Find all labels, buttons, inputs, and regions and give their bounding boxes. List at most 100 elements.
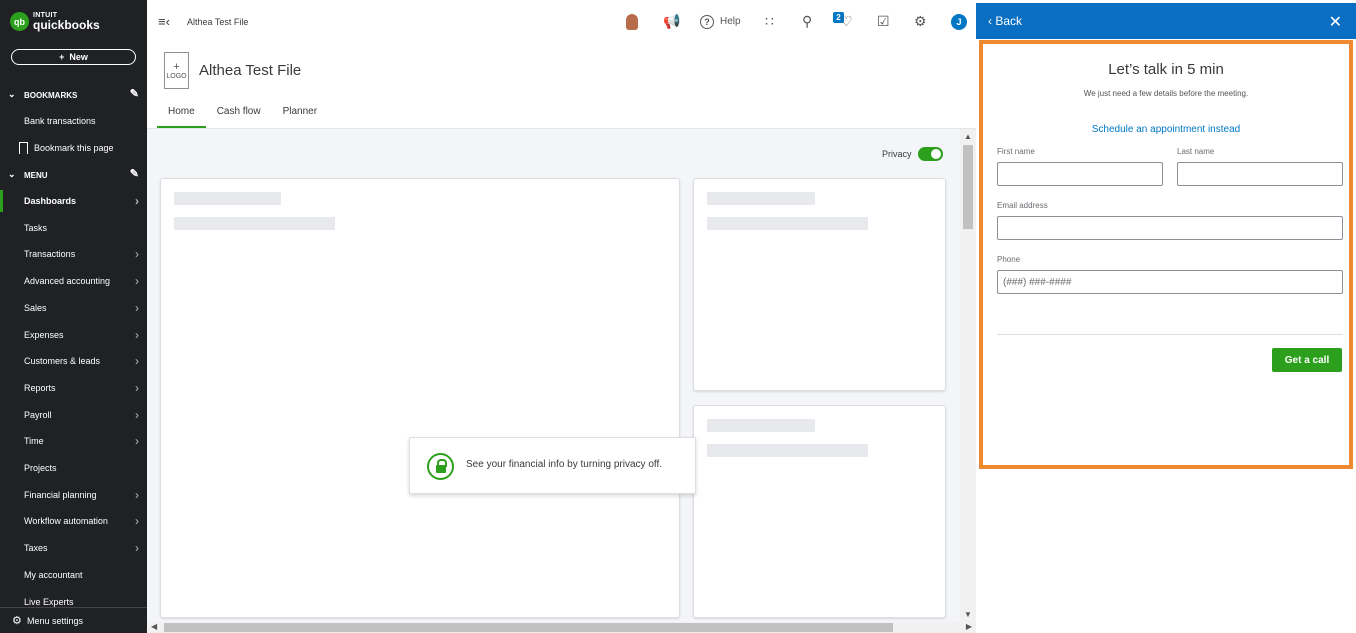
scroll-up-arrow-icon[interactable]: ▲ [964, 132, 972, 141]
sidebar-item-label: Tasks [24, 223, 48, 233]
sidebar-item-time[interactable]: Time › [0, 428, 147, 454]
sidebar-item-projects[interactable]: Projects [0, 455, 147, 481]
sidebar-item-financial-planning[interactable]: Financial planning › [0, 482, 147, 508]
sidebar: qb INTUIT quickbooks + New ⌄ BOOKMARKS ✎… [0, 0, 147, 633]
edit-menu-pencil-icon[interactable]: ✎ [130, 167, 139, 180]
sidebar-item-transactions[interactable]: Transactions › [0, 241, 147, 267]
collapse-menu-icon[interactable]: ≡‹ [158, 14, 170, 29]
privacy-message-text: See your financial info by turning priva… [466, 459, 663, 470]
chevron-right-icon: › [135, 274, 139, 288]
privacy-message-card: See your financial info by turning priva… [409, 437, 696, 494]
form-subtitle: We just need a few details before the me… [1083, 89, 1249, 98]
email-field[interactable] [997, 216, 1343, 240]
sidebar-item-label: Reports [24, 383, 56, 393]
scroll-down-arrow-icon[interactable]: ▼ [964, 610, 972, 619]
last-name-field[interactable] [1177, 162, 1343, 186]
qb-badge-icon: qb [10, 12, 29, 31]
sidebar-item-customers-leads[interactable]: Customers & leads › [0, 348, 147, 374]
bookmark-bank-transactions[interactable]: Bank transactions [0, 108, 147, 134]
search-icon[interactable]: ⚲ [802, 13, 812, 30]
sidebar-item-workflow-automation[interactable]: Workflow automation › [0, 508, 147, 534]
chevron-right-icon: › [135, 381, 139, 395]
gear-icon: ⚙ [12, 615, 22, 627]
bookmark-this-page[interactable]: Bookmark this page [0, 135, 147, 161]
phone-label: Phone [997, 255, 1021, 264]
bookmark-icon [19, 142, 28, 154]
tab-home[interactable]: Home [157, 102, 206, 128]
back-button[interactable]: ‹ Back [988, 14, 1022, 28]
panel-header: ‹ Back ✕ [976, 3, 1356, 39]
edit-bookmarks-pencil-icon[interactable]: ✎ [130, 87, 139, 100]
sidebar-item-my-accountant[interactable]: My accountant [0, 562, 147, 588]
top-bar: ≡‹ Althea Test File 📢 ? Help ∷ ⚲ 2 ♡ ☑ ⚙… [147, 0, 976, 44]
horizontal-scrollbar[interactable]: ◀ ▶ [147, 622, 976, 633]
sidebar-item-reports[interactable]: Reports › [0, 375, 147, 401]
sidebar-item-label: Time [24, 436, 44, 446]
chevron-right-icon: › [135, 354, 139, 368]
help-icon[interactable]: ? [700, 15, 714, 29]
menu-header-label: MENU [24, 170, 48, 180]
settings-gear-icon[interactable]: ⚙ [914, 13, 927, 30]
new-button[interactable]: + New [11, 49, 136, 65]
dashboard-card-large [160, 178, 680, 618]
sidebar-item-label: Live Experts [24, 597, 74, 607]
schedule-appointment-link[interactable]: Schedule an appointment instead [983, 124, 1349, 135]
bell-icon[interactable]: ♡ [840, 13, 853, 30]
user-avatar[interactable]: J [951, 14, 967, 30]
sidebar-item-label: Payroll [24, 410, 52, 420]
back-label: Back [995, 14, 1023, 28]
expert-avatar-icon[interactable] [626, 14, 638, 30]
apps-grid-icon[interactable]: ∷ [765, 13, 774, 30]
sidebar-item-tasks[interactable]: Tasks [0, 215, 147, 241]
privacy-toggle-group: Privacy [882, 147, 943, 161]
sidebar-item-taxes[interactable]: Taxes › [0, 535, 147, 561]
help-label[interactable]: Help [720, 16, 741, 27]
call-request-form: Let’s talk in 5 min We just need a few d… [979, 40, 1353, 469]
get-a-call-button[interactable]: Get a call [1272, 348, 1342, 372]
sidebar-item-advanced-accounting[interactable]: Advanced accounting › [0, 268, 147, 294]
tab-cash-flow[interactable]: Cash flow [206, 102, 272, 128]
chevron-right-icon: › [135, 408, 139, 422]
dashboard-tabs: Home Cash flow Planner [157, 102, 328, 128]
vertical-scrollbar[interactable]: ▲ ▼ [960, 129, 976, 622]
bookmark-label: Bookmark this page [34, 143, 114, 153]
dashboard-card-bottom-right [693, 405, 946, 618]
first-name-field[interactable] [997, 162, 1163, 186]
sidebar-item-label: Customers & leads [24, 356, 101, 366]
vertical-scroll-thumb[interactable] [963, 145, 973, 229]
scroll-right-arrow-icon[interactable]: ▶ [966, 622, 972, 631]
skeleton-loader [707, 192, 815, 205]
logo-text: LOGO [166, 72, 187, 80]
sidebar-item-payroll[interactable]: Payroll › [0, 402, 147, 428]
sidebar-item-label: Workflow automation [24, 516, 108, 526]
scroll-left-arrow-icon[interactable]: ◀ [151, 622, 157, 631]
new-button-label: New [69, 52, 88, 62]
skeleton-loader [174, 217, 335, 230]
megaphone-icon[interactable]: 📢 [663, 13, 680, 30]
sidebar-item-dashboards[interactable]: Dashboards › [0, 188, 147, 214]
form-divider [997, 334, 1343, 335]
tab-planner[interactable]: Planner [272, 102, 328, 128]
phone-field[interactable] [997, 270, 1343, 294]
menu-header[interactable]: ⌄ MENU ✎ [0, 163, 147, 187]
bookmark-label: Bank transactions [24, 116, 96, 126]
horizontal-scroll-thumb[interactable] [164, 623, 893, 632]
company-title: Althea Test File [199, 62, 302, 79]
menu-settings-label: Menu settings [27, 615, 84, 626]
clipboard-tasks-icon[interactable]: ☑ [877, 13, 890, 30]
brand-quickbooks: quickbooks [33, 18, 100, 32]
talk-to-expert-panel: ‹ Back ✕ Let’s talk in 5 min We just nee… [976, 0, 1356, 633]
company-logo-placeholder[interactable]: + LOGO [164, 52, 189, 89]
quickbooks-logo[interactable]: qb INTUIT quickbooks [10, 12, 100, 31]
bookmarks-header[interactable]: ⌄ BOOKMARKS ✎ [0, 83, 147, 107]
close-icon[interactable]: ✕ [1329, 12, 1342, 32]
sidebar-item-label: Taxes [24, 543, 48, 553]
dashboard-card-top-right [693, 178, 946, 391]
chevron-right-icon: › [135, 514, 139, 528]
sidebar-item-expenses[interactable]: Expenses › [0, 322, 147, 348]
menu-settings[interactable]: ⚙ Menu settings [0, 607, 147, 633]
privacy-toggle[interactable] [917, 147, 943, 161]
chevron-right-icon: › [135, 488, 139, 502]
chevron-right-icon: › [135, 194, 139, 208]
sidebar-item-sales[interactable]: Sales › [0, 295, 147, 321]
